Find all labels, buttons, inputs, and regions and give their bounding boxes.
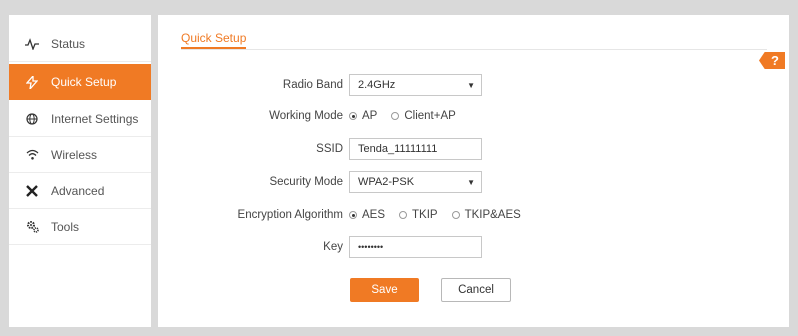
- radio-band-select[interactable]: 2.4GHz ▼: [349, 74, 482, 96]
- title-divider: [181, 49, 767, 50]
- sidebar-item-tools[interactable]: Tools: [9, 209, 151, 245]
- radio-unchecked-icon: [399, 211, 408, 219]
- ssid-input[interactable]: Tenda_11111111: [349, 138, 482, 160]
- ssid-value: Tenda_11111111: [358, 143, 438, 155]
- encryption-aes-radio[interactable]: AES: [349, 209, 385, 221]
- chevron-down-icon: ▼: [467, 177, 475, 187]
- sidebar-item-label: Wireless: [51, 147, 98, 162]
- radio-unchecked-icon: [391, 112, 400, 120]
- help-icon: ?: [771, 53, 779, 68]
- radio-band-label: Radio Band: [282, 79, 343, 91]
- globe-icon: [25, 112, 39, 126]
- security-mode-value: WPA2-PSK: [358, 176, 415, 188]
- sidebar-item-label: Tools: [51, 219, 80, 234]
- encryption-label: Encryption Algorithm: [237, 209, 343, 221]
- radio-band-value: 2.4GHz: [358, 79, 396, 91]
- sidebar-item-quick-setup[interactable]: Quick Setup: [9, 64, 151, 100]
- sidebar-item-label: Internet Settings: [51, 111, 139, 126]
- radio-checked-icon: [349, 112, 357, 120]
- key-row: Key ••••••••: [158, 236, 789, 258]
- working-mode-row: Working Mode AP Client+AP: [158, 105, 789, 127]
- security-mode-label: Security Mode: [269, 176, 343, 188]
- cancel-button[interactable]: Cancel: [441, 278, 511, 302]
- ssid-label: SSID: [316, 143, 343, 155]
- security-mode-select[interactable]: WPA2-PSK ▼: [349, 171, 482, 193]
- chevron-down-icon: ▼: [467, 80, 475, 90]
- key-input[interactable]: ••••••••: [349, 236, 482, 258]
- sidebar-item-advanced[interactable]: Advanced: [9, 173, 151, 209]
- sidebar-item-label: Advanced: [51, 183, 105, 198]
- radio-label: TKIP&AES: [464, 209, 521, 221]
- ssid-row: SSID Tenda_11111111: [158, 138, 789, 160]
- working-mode-label: Working Mode: [269, 110, 343, 122]
- security-mode-row: Security Mode WPA2-PSK ▼: [158, 171, 789, 193]
- key-value: ••••••••: [358, 242, 384, 252]
- sidebar: Status Quick Setup Internet Settings Wir…: [9, 15, 151, 327]
- save-button[interactable]: Save: [350, 278, 419, 302]
- working-mode-radios: AP Client+AP: [349, 105, 470, 127]
- radio-unchecked-icon: [451, 211, 460, 219]
- radio-label: AP: [362, 110, 378, 122]
- tools-icon: [25, 184, 39, 198]
- radio-label: AES: [362, 209, 386, 221]
- working-mode-ap-radio[interactable]: AP: [349, 110, 377, 122]
- sidebar-item-wireless[interactable]: Wireless: [9, 137, 151, 173]
- sidebar-item-internet-settings[interactable]: Internet Settings: [9, 101, 151, 137]
- radio-label: Client+AP: [404, 110, 456, 122]
- sidebar-item-label: Status: [51, 36, 86, 51]
- radio-checked-icon: [349, 211, 357, 219]
- encryption-tkip-radio[interactable]: TKIP: [399, 209, 438, 221]
- working-mode-client-ap-radio[interactable]: Client+AP: [391, 110, 456, 122]
- page-title: Quick Setup: [181, 31, 247, 49]
- main-panel: Quick Setup ? Radio Band 2.4GHz ▼ Workin…: [158, 15, 789, 327]
- encryption-tkip-aes-radio[interactable]: TKIP&AES: [451, 209, 521, 221]
- wifi-icon: [25, 148, 39, 162]
- pulse-icon: [25, 37, 39, 51]
- sidebar-item-label: Quick Setup: [51, 75, 117, 89]
- gears-icon: [25, 220, 39, 234]
- radio-label: TKIP: [412, 209, 438, 221]
- help-button[interactable]: ?: [759, 52, 785, 69]
- encryption-row: Encryption Algorithm AES TKIP TKIP&AES: [158, 204, 789, 226]
- key-label: Key: [323, 241, 343, 253]
- lightning-icon: [25, 75, 39, 89]
- radio-band-row: Radio Band 2.4GHz ▼: [158, 74, 789, 96]
- encryption-radios: AES TKIP TKIP&AES: [349, 204, 535, 226]
- sidebar-item-status[interactable]: Status: [9, 26, 151, 62]
